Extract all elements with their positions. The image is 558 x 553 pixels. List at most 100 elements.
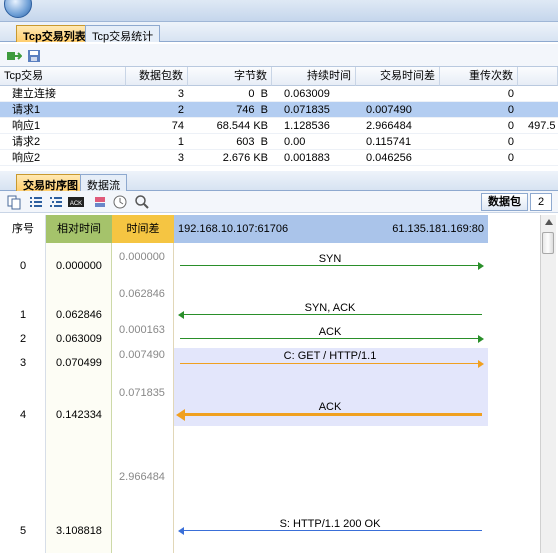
cell-delta: 0.046256 [366,152,412,164]
sequence-toolbar: ACK 数据包 2 [0,191,558,213]
cell-packets: 2 [177,104,184,116]
table-row[interactable]: 请求2 1 603 B 0.00 0.115741 0 [0,134,558,150]
right-endpoint: 61.135.181.169:80 [392,223,484,235]
time-delta: 0.000163 [119,324,165,336]
left-endpoint: 192.168.10.107:61706 [178,223,289,235]
packet-count-field[interactable]: 2 [530,193,552,211]
cell-duration: 0.071835 [284,104,330,116]
packet-relative-time: 0.000000 [56,260,102,272]
search-icon[interactable] [134,194,150,210]
cell-delta: 0.115741 [366,136,412,148]
packet-arrow-left[interactable] [176,409,482,421]
cell-extra [524,134,558,150]
tab-data-stream[interactable]: 数据流 [80,174,127,192]
packet-arrow-right[interactable] [180,360,484,368]
vertical-scrollbar[interactable] [540,215,556,553]
cell-delta: 2.966484 [366,120,412,132]
time-delta: 0.071835 [119,387,165,399]
header-endpoints: 192.168.10.107:61706 61.135.181.169:80 [174,215,488,243]
packet-relative-time: 3.108818 [56,525,102,537]
export-icon[interactable] [6,48,22,64]
packet-label: ACK [318,401,342,413]
column-header[interactable]: Tcp交易 [0,67,126,86]
cell-packets: 3 [177,88,184,100]
header-seq-num: 序号 [12,223,34,235]
tab-tcp-transaction-stats[interactable]: Tcp交易统计 [85,25,161,43]
packet-relative-time: 0.063009 [56,333,102,345]
column-header[interactable]: 数据包数 [126,67,188,86]
cell-bytes: 0 B [248,88,268,100]
column-header[interactable]: 交易时间差 [356,67,440,86]
cell-packets: 1 [177,136,184,148]
column-header[interactable]: 重传次数 [440,67,518,86]
clock-icon[interactable] [112,194,128,210]
ack-icon[interactable]: ACK [68,194,84,210]
packet-arrow-right[interactable] [180,335,484,343]
column-header[interactable]: 持续时间 [272,67,356,86]
packet-number: 3 [19,357,27,369]
packet-relative-time: 0.070499 [56,357,102,369]
color-marker-icon[interactable] [92,194,108,210]
cell-retrans: 0 [507,120,514,132]
cell-packets: 74 [171,120,184,132]
time-delta: 0.000000 [119,251,165,263]
packet-arrow-right[interactable] [180,262,484,270]
svg-text:ACK: ACK [70,201,82,207]
bottom-tab-strip: 交易时序图 数据流 [0,171,558,192]
top-tab-strip: Tcp交易列表 Tcp交易统计 [0,22,558,43]
cell-extra: 497.5 [528,120,556,132]
time-delta: 2.966484 [119,471,165,483]
tcp-transaction-table: Tcp交易 数据包数 字节数 持续时间 交易时间差 重传次数 建立连接 3 0 … [0,66,558,170]
cell-retrans: 0 [507,152,514,164]
sequence-header: 序号 相对时间 时间差 192.168.10.107:61706 61.135.… [0,215,540,243]
window-title-bar [0,0,558,22]
header-time-delta: 时间差 [112,215,174,243]
cell-bytes: 68.544 KB [216,120,268,132]
table-row[interactable]: 请求1 2 746 B 0.071835 0.007490 0 [0,102,558,118]
list-icon[interactable] [28,194,44,210]
cell-transaction: 响应1 [12,120,41,132]
cell-extra [524,102,558,118]
copy-icon[interactable] [6,194,22,210]
table-row[interactable]: 建立连接 3 0 B 0.063009 0 [0,86,558,102]
time-delta: 0.062846 [119,288,165,300]
time-delta: 0.007490 [119,349,165,361]
cell-extra [524,86,558,102]
upper-toolbar [0,44,558,66]
cell-duration: 0.063009 [284,88,330,100]
column-header [518,67,558,86]
packet-arrow-left[interactable] [178,311,482,319]
cell-retrans: 0 [507,104,514,116]
cell-bytes: 2.676 KB [222,152,268,164]
packet-label: C: GET / HTTP/1.1 [283,350,377,362]
packet-label: SYN, ACK [304,302,356,314]
scroll-up-icon[interactable] [545,219,553,225]
cell-duration: 0.001883 [284,152,330,164]
table-row[interactable]: 响应2 3 2.676 KB 0.001883 0.046256 0 [0,150,558,166]
packet-arrow-left[interactable] [178,527,482,535]
packet-label: SYN [318,253,342,265]
tab-tcp-transaction-list[interactable]: Tcp交易列表 [16,25,93,43]
cell-duration: 0.00 [284,136,306,148]
packet-number: 5 [19,525,27,537]
cell-bytes: 603 B [236,136,268,148]
cell-delta: 0.007490 [366,104,412,116]
cell-bytes: 746 B [236,104,268,116]
packet-filter-button[interactable]: 数据包 [481,193,528,211]
scrollbar-thumb[interactable] [542,232,554,254]
cell-duration: 1.128536 [284,120,330,132]
cell-extra [524,150,558,166]
packet-label: S: HTTP/1.1 200 OK [279,518,381,530]
tab-sequence-diagram[interactable]: 交易时序图 [16,174,85,192]
cell-transaction: 请求1 [12,104,41,116]
packet-number: 0 [19,260,27,272]
header-relative-time: 相对时间 [46,215,112,243]
column-header[interactable]: 字节数 [188,67,272,86]
table-row[interactable]: 响应1 74 68.544 KB 1.128536 2.966484 0 497… [0,118,558,134]
cell-transaction: 建立连接 [12,88,56,100]
packet-number: 2 [19,333,27,345]
packet-number: 1 [19,309,27,321]
save-icon[interactable] [26,48,42,64]
indent-list-icon[interactable] [48,194,64,210]
cell-delta [362,86,440,102]
